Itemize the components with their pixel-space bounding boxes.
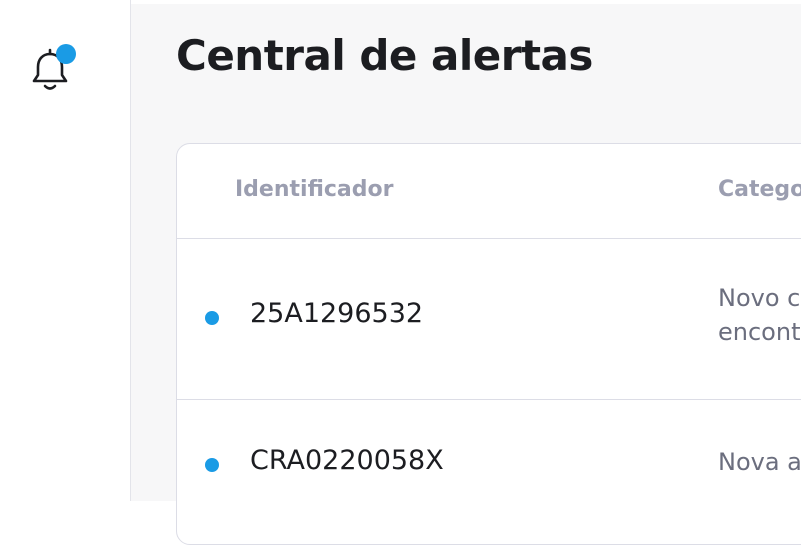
table-row[interactable]: CRA0220058X Nova a — [177, 400, 801, 544]
alert-category: Novo c encont — [718, 281, 801, 349]
alert-category-line: Nova a — [718, 448, 801, 476]
table-row[interactable]: 25A1296532 Novo c encont — [177, 239, 801, 399]
unread-indicator — [205, 311, 219, 325]
notification-badge — [56, 44, 76, 64]
unread-indicator — [205, 458, 219, 472]
alert-category: Nova a — [718, 445, 801, 479]
column-header-categoria[interactable]: Catego — [718, 177, 801, 202]
alert-category-line: encont — [718, 318, 801, 346]
alerts-table: Identificador Catego 25A1296532 Novo c e… — [176, 143, 801, 545]
notifications-button[interactable] — [30, 44, 76, 94]
alert-category-line: Novo c — [718, 284, 801, 312]
column-header-identificador[interactable]: Identificador — [235, 177, 393, 202]
page-title: Central de alertas — [176, 31, 593, 80]
sidebar — [0, 0, 131, 501]
main-content: Central de alertas Identificador Catego … — [131, 4, 801, 545]
alert-identifier: CRA0220058X — [250, 445, 444, 476]
alert-identifier: 25A1296532 — [250, 298, 424, 329]
